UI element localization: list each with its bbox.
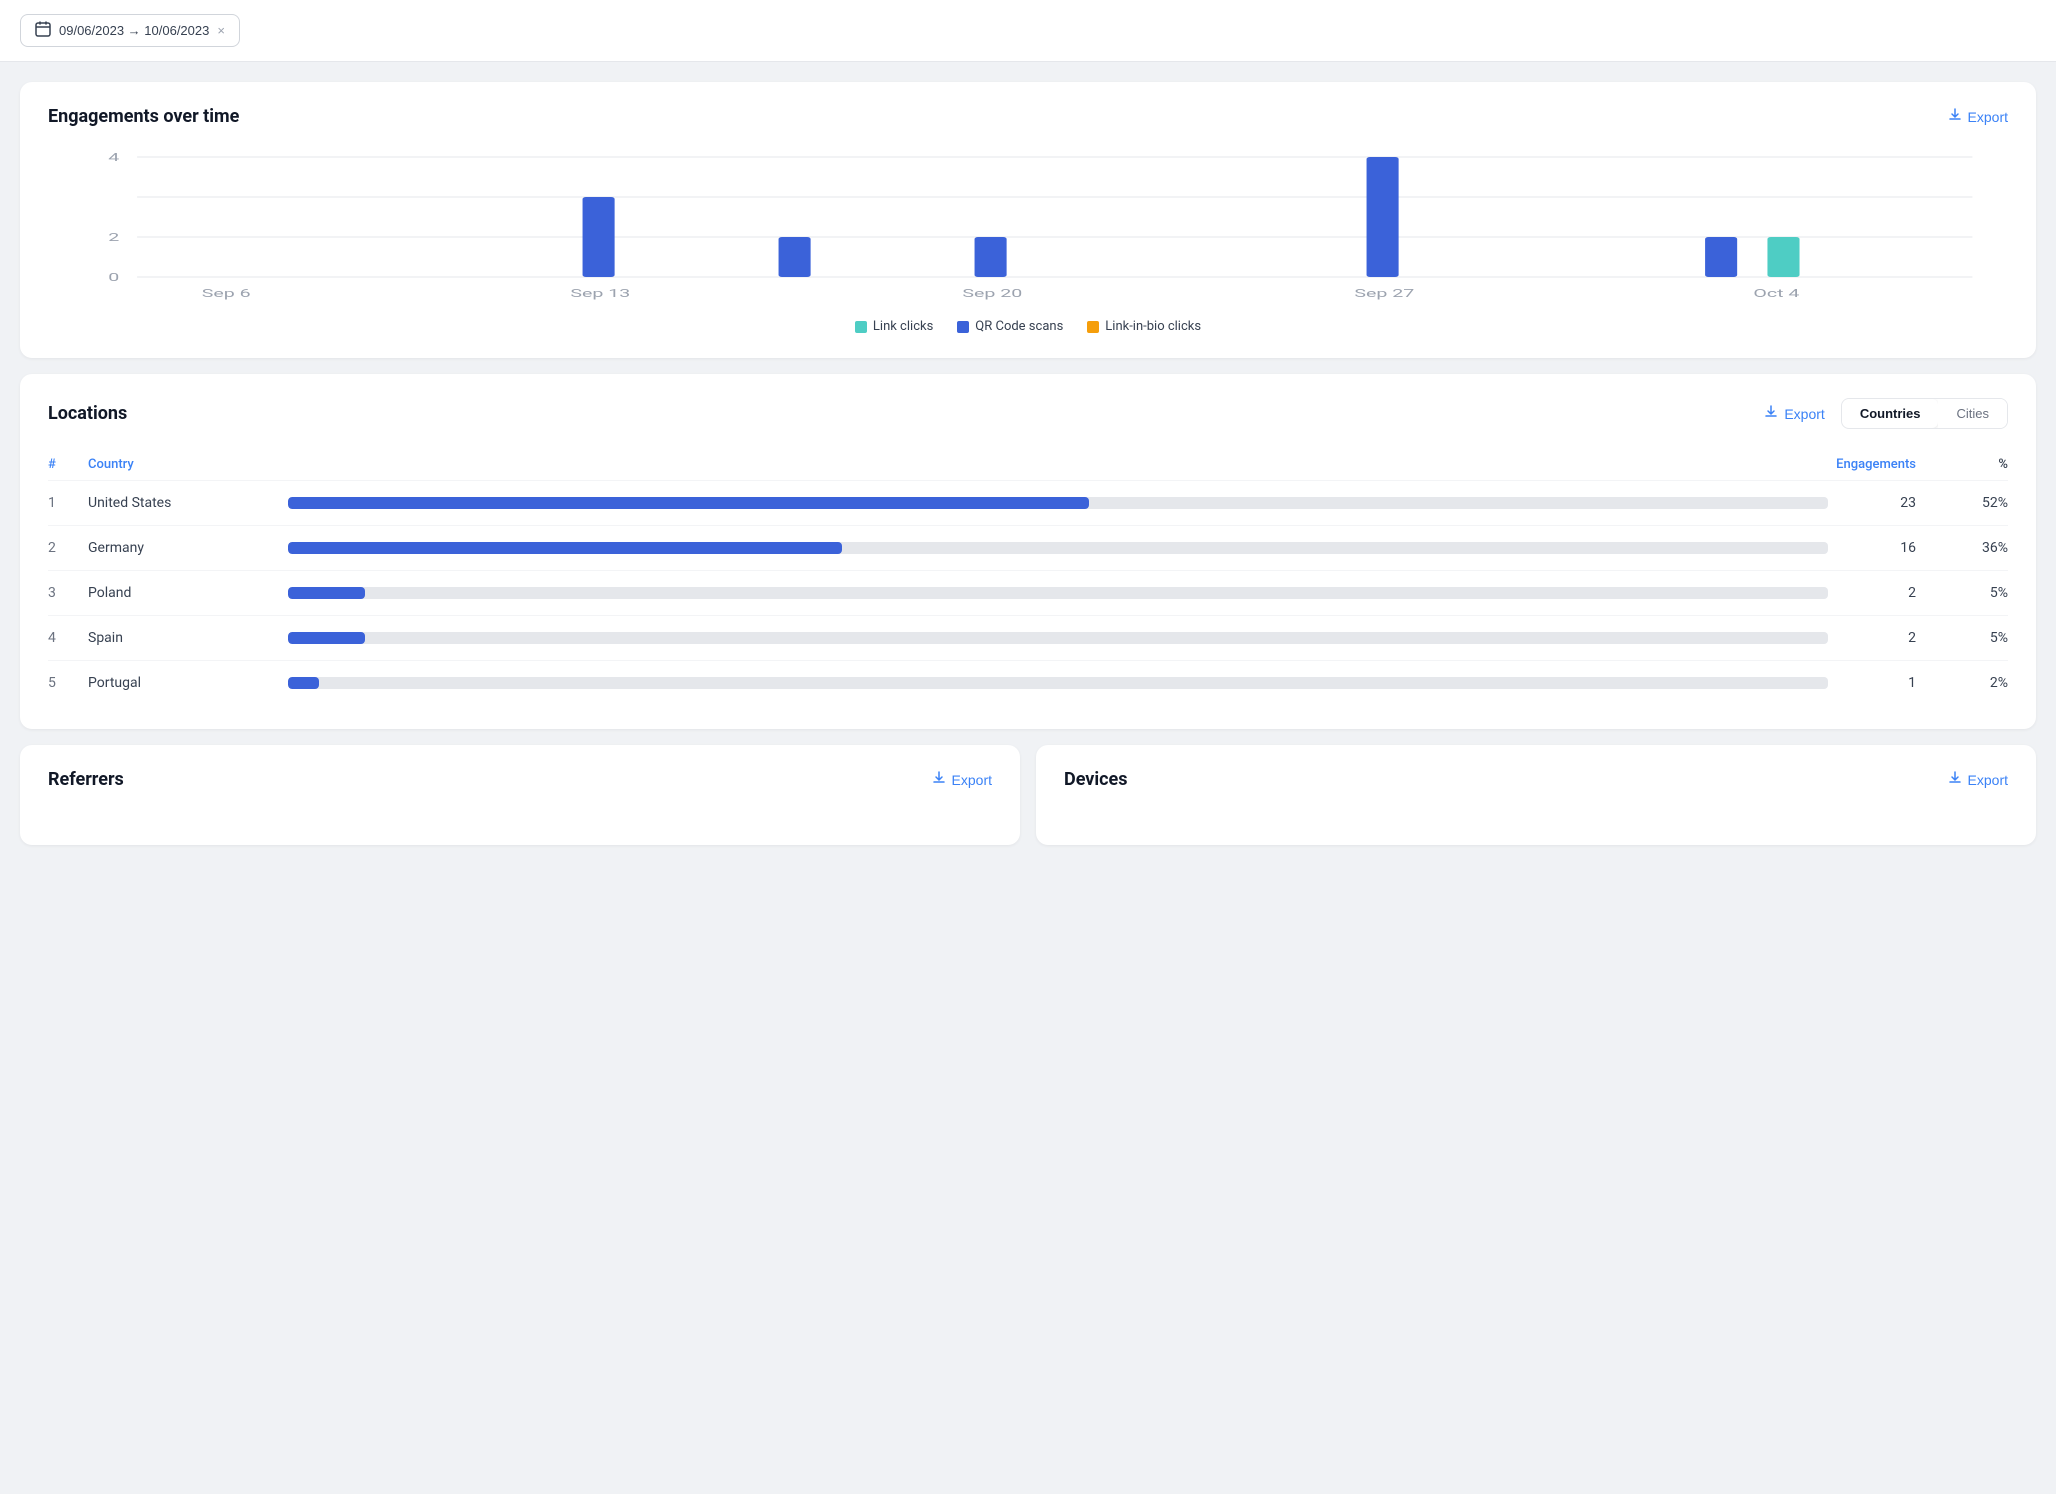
referrers-header: Referrers Export — [48, 769, 992, 790]
location-tab-group: Countries Cities — [1841, 398, 2008, 429]
date-range-button[interactable]: 09/06/2023 → 10/06/2023 × — [20, 14, 240, 47]
row-percent: 5% — [1928, 585, 2008, 601]
table-header: # Country Engagements % — [48, 449, 2008, 481]
bar-fill — [288, 677, 319, 689]
calendar-icon — [35, 21, 51, 40]
legend-qr-scans: QR Code scans — [957, 319, 1063, 334]
locations-header: Locations Export Countries Cities — [48, 398, 2008, 429]
row-bar-container — [288, 677, 1828, 689]
svg-text:4: 4 — [108, 151, 119, 164]
referrers-export-button[interactable]: Export — [932, 771, 992, 788]
row-engagements: 23 — [1828, 495, 1928, 511]
row-engagements: 2 — [1828, 630, 1928, 646]
tab-cities[interactable]: Cities — [1938, 399, 2007, 428]
bar-bg — [288, 632, 1828, 644]
row-percent: 52% — [1928, 495, 2008, 511]
col-bar-spacer — [288, 457, 1828, 472]
row-bar-container — [288, 542, 1828, 554]
svg-text:Sep 13: Sep 13 — [570, 287, 630, 300]
locations-title: Locations — [48, 403, 127, 424]
bar-fill — [288, 632, 365, 644]
download-icon — [1948, 108, 1962, 125]
engagements-chart: 0 2 4 Sep 6 Sep 13 Sep 20 Sep 27 Oct 4 — [48, 147, 2008, 307]
locations-table: # Country Engagements % 1 United States … — [48, 449, 2008, 705]
legend-link-clicks: Link clicks — [855, 319, 933, 334]
download-icon — [932, 771, 946, 788]
engagements-export-button[interactable]: Export — [1948, 108, 2008, 125]
table-row: 4 Spain 2 5% — [48, 616, 2008, 661]
svg-text:2: 2 — [108, 231, 119, 244]
legend-qr-scans-dot — [957, 321, 969, 333]
legend-bio-clicks-dot — [1087, 321, 1099, 333]
row-country: Germany — [88, 540, 288, 556]
devices-title: Devices — [1064, 769, 1128, 790]
svg-text:Oct 4: Oct 4 — [1753, 287, 1799, 300]
locations-card: Locations Export Countries Cities — [20, 374, 2036, 729]
chart-svg: 0 2 4 Sep 6 Sep 13 Sep 20 Sep 27 Oct 4 — [48, 147, 2008, 307]
row-percent: 2% — [1928, 675, 2008, 691]
download-icon — [1948, 771, 1962, 788]
engagements-title: Engagements over time — [48, 106, 239, 127]
bottom-row: Referrers Export Devices — [20, 745, 2036, 845]
referrers-card: Referrers Export — [20, 745, 1020, 845]
svg-text:0: 0 — [108, 271, 119, 284]
download-icon — [1764, 405, 1778, 422]
row-bar-container — [288, 632, 1828, 644]
row-rank: 5 — [48, 675, 88, 691]
col-hash: # — [48, 457, 88, 472]
bar-fill — [288, 497, 1089, 509]
chart-legend: Link clicks QR Code scans Link-in-bio cl… — [48, 319, 2008, 334]
bar-bg — [288, 542, 1828, 554]
legend-bio-clicks: Link-in-bio clicks — [1087, 319, 1201, 334]
table-row: 1 United States 23 52% — [48, 481, 2008, 526]
row-rank: 1 — [48, 495, 88, 511]
bar-bg — [288, 497, 1828, 509]
devices-header: Devices Export — [1064, 769, 2008, 790]
svg-text:Sep 6: Sep 6 — [202, 287, 251, 300]
tab-countries[interactable]: Countries — [1842, 399, 1939, 428]
devices-card: Devices Export — [1036, 745, 2036, 845]
bar-bg — [288, 587, 1828, 599]
legend-link-clicks-dot — [855, 321, 867, 333]
col-percent: % — [1928, 457, 2008, 472]
col-engagements: Engagements — [1828, 457, 1928, 472]
row-bar-container — [288, 497, 1828, 509]
table-row: 3 Poland 2 5% — [48, 571, 2008, 616]
row-rank: 2 — [48, 540, 88, 556]
bar-fill — [288, 542, 842, 554]
locations-export-button[interactable]: Export — [1764, 405, 1824, 422]
referrers-title: Referrers — [48, 769, 124, 790]
row-country: Poland — [88, 585, 288, 601]
row-percent: 36% — [1928, 540, 2008, 556]
bar-fill — [288, 587, 365, 599]
row-country: United States — [88, 495, 288, 511]
engagements-card: Engagements over time Export 0 2 — [20, 82, 2036, 358]
engagements-card-header: Engagements over time Export — [48, 106, 2008, 127]
row-engagements: 16 — [1828, 540, 1928, 556]
locations-controls: Export Countries Cities — [1764, 398, 2008, 429]
svg-text:Sep 20: Sep 20 — [962, 287, 1022, 300]
row-country: Portugal — [88, 675, 288, 691]
row-engagements: 1 — [1828, 675, 1928, 691]
svg-text:Sep 27: Sep 27 — [1354, 287, 1414, 300]
top-bar: 09/06/2023 → 10/06/2023 × — [0, 0, 2056, 62]
table-row: 5 Portugal 1 2% — [48, 661, 2008, 705]
row-country: Spain — [88, 630, 288, 646]
legend-bio-clicks-label: Link-in-bio clicks — [1105, 319, 1201, 334]
row-rank: 3 — [48, 585, 88, 601]
row-engagements: 2 — [1828, 585, 1928, 601]
date-range-text: 09/06/2023 → 10/06/2023 — [59, 23, 209, 38]
legend-qr-scans-label: QR Code scans — [975, 319, 1063, 334]
row-rank: 4 — [48, 630, 88, 646]
col-country: Country — [88, 457, 288, 472]
row-percent: 5% — [1928, 630, 2008, 646]
devices-export-button[interactable]: Export — [1948, 771, 2008, 788]
close-icon[interactable]: × — [217, 23, 225, 38]
legend-link-clicks-label: Link clicks — [873, 319, 933, 334]
bar-bg — [288, 677, 1828, 689]
table-row: 2 Germany 16 36% — [48, 526, 2008, 571]
row-bar-container — [288, 587, 1828, 599]
